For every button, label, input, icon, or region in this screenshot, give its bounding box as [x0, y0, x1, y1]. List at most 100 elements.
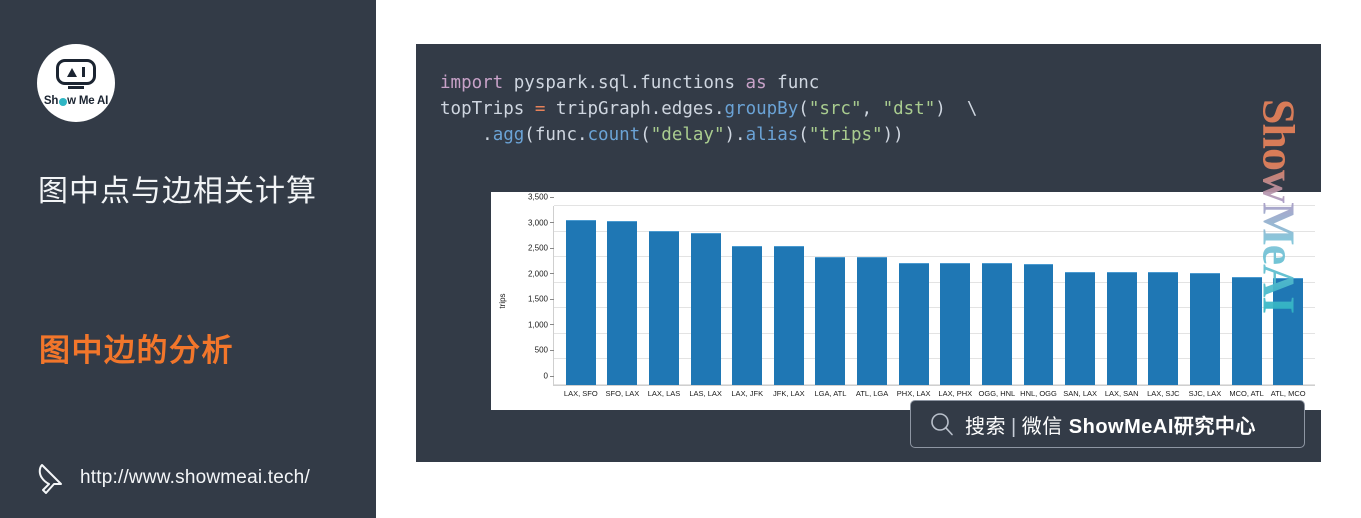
slide-root: Sh w Me AI 图中点与边相关计算 图中边的分析 http://www.s… [0, 0, 1361, 518]
y-axis-tick: 3,500 [528, 193, 554, 202]
x-axis-tick: MCO, ATL [1229, 389, 1264, 398]
code-token: topTrips [440, 99, 535, 119]
code-token: as [745, 73, 767, 93]
logo-wordmark-pre: Sh [43, 95, 59, 107]
bar[interactable] [732, 245, 763, 385]
bar-slot: ATL, MCO [1267, 206, 1309, 398]
code-token: ( [798, 99, 809, 119]
code-token: ( [798, 125, 809, 145]
bar-slot: SAN, LAX [1059, 206, 1101, 398]
bar-slot: JFK, LAX [768, 206, 810, 398]
x-axis-tick: LAX, SJC [1147, 389, 1180, 398]
logo-circle: Sh w Me AI [37, 44, 115, 122]
x-axis-tick: SFO, LAX [605, 389, 640, 398]
badge-tail: 研究中心 [1173, 415, 1256, 438]
code-token: "delay" [650, 125, 725, 145]
bar[interactable] [607, 221, 638, 385]
x-axis-tick: ATL, LGA [855, 389, 889, 398]
code-token: alias [745, 125, 799, 145]
bar[interactable] [1273, 278, 1304, 385]
code-token: = [534, 99, 546, 119]
y-axis-tick: 500 [535, 346, 554, 355]
x-axis-tick: LAX, PHX [938, 389, 973, 398]
brand-logo: Sh w Me AI [37, 44, 115, 122]
y-axis-tick: 2,000 [528, 269, 554, 278]
bar-slot: HNL, OGG [1018, 206, 1060, 398]
code-token: agg [492, 125, 525, 145]
bar-slot: LAX, SAN [1101, 206, 1143, 398]
bar-slot: LAX, LAS [643, 206, 685, 398]
bar-slot: LAX, SJC [1143, 206, 1185, 398]
bar[interactable] [898, 262, 929, 385]
search-badge[interactable]: 搜索 | 微信 ShowMeAI研究中心 [910, 400, 1305, 448]
logo-glyph-a [66, 67, 77, 77]
bar[interactable] [773, 246, 804, 385]
y-axis-title: trips [498, 293, 508, 309]
bar-slot: LAX, PHX [934, 206, 976, 398]
y-axis-tick: 0 [544, 372, 554, 381]
y-axis-tick: 3,000 [528, 218, 554, 227]
bar-slot: ATL, LGA [851, 206, 893, 398]
bar[interactable] [690, 233, 721, 385]
x-axis-tick: LAX, LAS [647, 389, 681, 398]
bar[interactable] [940, 263, 971, 385]
bar[interactable] [815, 256, 846, 385]
footer-url[interactable]: http://www.showmeai.tech/ [80, 467, 310, 489]
x-axis-tick: JFK, LAX [773, 389, 805, 398]
code-token: "src" [808, 99, 862, 119]
bar-slot: LGA, ATL [810, 206, 852, 398]
x-axis-tick: OGG, HNL [978, 389, 1016, 398]
x-axis-tick: HNL, OGG [1020, 389, 1057, 398]
x-axis-tick: SAN, LAX [1063, 389, 1097, 398]
bar[interactable] [857, 256, 888, 385]
badge-search-text: 搜索 [965, 415, 1006, 438]
code-card: import pyspark.sql.functions as func topT… [416, 44, 1321, 462]
code-token: ) \ [935, 99, 978, 119]
x-axis-tick: SJC, LAX [1188, 389, 1222, 398]
bar-series: LAX, SFO SFO, LAX LAX, LAS LAS, LAX LAX, JFK… [554, 206, 1315, 398]
search-badge-label: 搜索 | 微信 ShowMeAI研究中心 [965, 410, 1256, 439]
badge-separator: | [1011, 415, 1017, 438]
bar-slot: SJC, LAX [1184, 206, 1226, 398]
code-token: count [587, 125, 641, 145]
bar[interactable] [981, 263, 1012, 385]
bar-slot: LAS, LAX [685, 206, 727, 398]
page-subtitle: 图中边的分析 [39, 333, 234, 368]
code-token: ( [640, 125, 651, 145]
code-token: , [861, 99, 883, 119]
code-line: import pyspark.sql.functions as func [440, 70, 977, 96]
logo-wordmark-post: w Me AI [67, 95, 109, 107]
badge-wechat-text: 微信 [1021, 415, 1063, 438]
bar[interactable] [565, 219, 596, 385]
magnifier-icon [931, 413, 953, 436]
bar[interactable] [1106, 271, 1137, 385]
code-token: func [766, 73, 820, 93]
x-axis-tick: ATL, MCO [1270, 389, 1306, 398]
logo-glyph-i [81, 67, 86, 77]
content-pane: import pyspark.sql.functions as func topT… [380, 0, 1361, 518]
badge-brand: ShowMeAI [1068, 415, 1174, 438]
x-axis-tick: LGA, ATL [814, 389, 847, 398]
x-axis-tick: LAX, SFO [563, 389, 598, 398]
code-token: groupBy [724, 99, 799, 119]
code-line: .agg(func.count("delay").alias("trips")) [440, 122, 977, 148]
robot-face-icon [56, 59, 96, 89]
bar[interactable] [1189, 272, 1220, 385]
bar[interactable] [1231, 277, 1262, 385]
bar[interactable] [1023, 263, 1054, 385]
bar-slot: MCO, ATL [1226, 206, 1268, 398]
code-token: "trips" [808, 125, 883, 145]
code-token: import [440, 73, 504, 93]
bar[interactable] [1065, 271, 1096, 385]
bar[interactable] [1148, 272, 1179, 385]
bar-slot: LAX, JFK [726, 206, 768, 398]
x-axis-tick: LAS, LAX [689, 389, 722, 398]
chart-panel: trips 0 500 1,000 1,500 2,000 2,500 3,000 3,500… [491, 192, 1321, 410]
x-axis-tick: LAX, JFK [731, 389, 764, 398]
code-token: tripGraph.edges. [545, 99, 725, 119]
cursor-arrow-icon [38, 464, 62, 494]
logo-wordmark: Sh w Me AI [44, 95, 108, 107]
code-token: . [440, 125, 493, 145]
x-axis-tick: PHX, LAX [896, 389, 931, 398]
bar[interactable] [649, 230, 679, 385]
